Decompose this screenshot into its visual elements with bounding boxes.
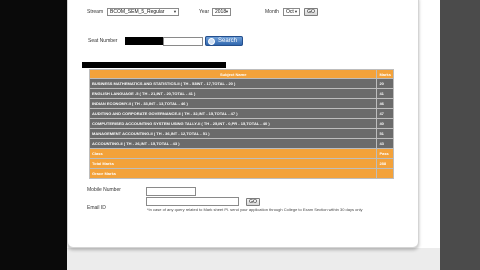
marks-column-header: Marks (376, 69, 394, 79)
search-icon (208, 38, 215, 45)
subject-cell: COMPUTERISED ACCOUNTING SYSTEM USING TAL… (88, 118, 378, 129)
email-id-label: Email ID (87, 205, 106, 211)
marks-cell: 47 (376, 108, 394, 119)
class-row: Class Pass (88, 148, 394, 159)
stream-label: Stream (87, 9, 104, 15)
month-select-value: Oct (286, 9, 294, 15)
year-select[interactable]: 2018 ▼ (212, 8, 231, 16)
query-note: *In case of any query related to Mark sh… (147, 207, 363, 212)
subject-cell: AUDITING AND CORPORATE GOVERNANCE-II ( T… (88, 108, 378, 119)
subject-cell: ENGLISH LANGUAGE -5 ( TH - 21,INT - 20,T… (88, 88, 378, 99)
total-marks-label: Total Marks (88, 158, 378, 169)
month-select[interactable]: Oct ▼ (283, 8, 300, 16)
total-marks-row: Total Marks 288 (88, 158, 394, 169)
marks-cell: 41 (376, 88, 394, 99)
stream-select[interactable]: BCOM_SEM_5_Regular ▼ (107, 8, 179, 16)
go-button[interactable]: GO (304, 8, 318, 16)
marks-cell: 46 (376, 98, 394, 109)
class-label: Class (88, 148, 378, 159)
grace-marks-row: Grace Marks (88, 168, 394, 179)
right-gray-bar (440, 0, 480, 270)
table-row: MANAGEMENT ACCOUNTING-II ( TH - 36,INT -… (88, 128, 394, 139)
result-card: Stream BCOM_SEM_5_Regular ▼ Year 2018 ▼ … (67, 0, 419, 248)
table-row: ACCOUNTING-II ( TH - 26,INT - 15,TOTAL -… (88, 138, 394, 149)
year-label: Year (199, 9, 210, 15)
page-bottom-strip (67, 248, 440, 270)
redacted-student-name (82, 62, 226, 68)
mobile-number-label: Mobile Number (87, 187, 121, 193)
seat-number-label: Seat Number (88, 38, 118, 44)
table-row: COMPUTERISED ACCOUNTING SYSTEM USING TAL… (88, 118, 394, 129)
marks-table: Subject Name Marks BUSINESS MATHEMATICS … (88, 69, 394, 179)
table-row: INDIAN ECONOMY-II ( TH - 33,INT - 13,TOT… (88, 98, 394, 109)
subject-column-header: Subject Name (88, 69, 378, 79)
marks-cell: 20 (376, 78, 394, 89)
subject-cell: MANAGEMENT ACCOUNTING-II ( TH - 36,INT -… (88, 128, 378, 139)
subject-cell: INDIAN ECONOMY-II ( TH - 33,INT - 13,TOT… (88, 98, 378, 109)
class-value: Pass (376, 148, 394, 159)
send-go-button[interactable]: GO (246, 198, 260, 206)
search-button-label: Search (218, 38, 238, 44)
total-marks-value: 288 (376, 158, 394, 169)
subject-cell: ACCOUNTING-II ( TH - 26,INT - 15,TOTAL -… (88, 138, 378, 149)
redacted-seat-number (125, 37, 163, 45)
grace-marks-value (376, 168, 394, 179)
table-header-row: Subject Name Marks (88, 69, 394, 79)
search-button[interactable]: Search (205, 36, 243, 46)
stream-select-value: BCOM_SEM_5_Regular (110, 9, 165, 15)
marks-cell: 40 (376, 118, 394, 129)
chevron-down-icon: ▼ (225, 9, 229, 14)
chevron-down-icon: ▼ (173, 9, 177, 14)
grace-marks-label: Grace Marks (88, 168, 378, 179)
chevron-down-icon: ▼ (294, 9, 298, 14)
month-label: Month (265, 9, 279, 15)
mobile-number-input[interactable] (146, 187, 196, 196)
email-id-input[interactable] (146, 197, 239, 206)
table-row: BUSINESS MATHEMATICS AND STATISTICS-II (… (88, 78, 394, 89)
table-row: AUDITING AND CORPORATE GOVERNANCE-II ( T… (88, 108, 394, 119)
marks-cell: 43 (376, 138, 394, 149)
table-row: ENGLISH LANGUAGE -5 ( TH - 21,INT - 20,T… (88, 88, 394, 99)
filter-row: Stream BCOM_SEM_5_Regular ▼ Year 2018 ▼ … (68, 7, 420, 17)
left-black-bar (0, 0, 67, 270)
marks-cell: 51 (376, 128, 394, 139)
subject-cell: BUSINESS MATHEMATICS AND STATISTICS-II (… (88, 78, 378, 89)
seat-number-input[interactable] (163, 37, 203, 46)
